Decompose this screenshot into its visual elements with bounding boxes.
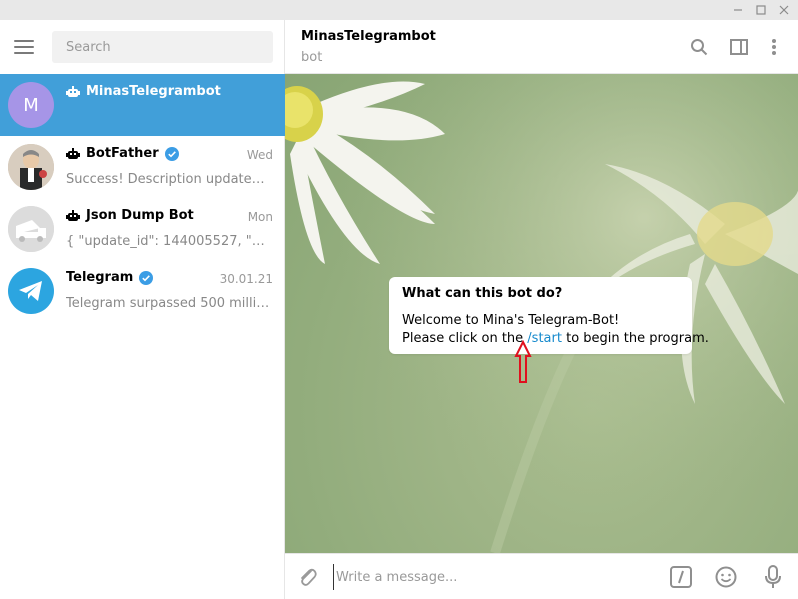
toggle-sidebar-button[interactable] (727, 35, 751, 59)
more-options-button[interactable] (762, 35, 786, 59)
minimize-button[interactable] (726, 0, 750, 20)
chat-subtitle: bot (301, 50, 323, 65)
bot-icon (66, 85, 80, 97)
microphone-icon (765, 565, 781, 588)
bot-info-line2: Please click on the /start to begin the … (402, 331, 709, 346)
chat-item-botfather[interactable]: BotFather Wed Success! Description updat… (0, 136, 285, 198)
emoji-button[interactable] (714, 565, 738, 589)
bot-icon (66, 147, 80, 159)
message-composer (285, 553, 798, 599)
sidebar-panel-icon (730, 39, 748, 55)
red-arrow-annotation-icon (514, 340, 532, 383)
chat-item-json-dump-bot[interactable]: Json Dump Bot Mon { "update_id": 1440055… (0, 198, 285, 260)
bot-icon (66, 209, 80, 221)
window-titlebar (0, 0, 798, 20)
chat-preview: Telegram surpassed 500 million a... (66, 296, 272, 311)
search-input[interactable] (52, 31, 273, 63)
chat-header: MinasTelegrambot bot (285, 20, 798, 74)
chat-item-telegram[interactable]: Telegram 30.01.21 Telegram surpassed 500… (0, 260, 285, 322)
chat-background: What can this bot do? Welcome to Mina's … (285, 74, 798, 553)
voice-message-button[interactable] (761, 565, 785, 589)
verified-badge-icon (164, 146, 179, 161)
truck-avatar-icon (8, 206, 54, 252)
paperclip-icon (301, 568, 317, 586)
chat-name: MinasTelegrambot (66, 84, 221, 99)
maximize-icon (756, 5, 766, 15)
maximize-button[interactable] (749, 0, 773, 20)
message-input[interactable] (333, 564, 653, 590)
chat-preview: Success! Description updated. /h... (66, 172, 272, 187)
slash-command-icon (670, 566, 692, 588)
chat-list: M MinasTelegrambot BotFather Wed Success… (0, 74, 285, 322)
chat-date: Mon (247, 210, 273, 224)
bot-info-line1: Welcome to Mina's Telegram-Bot! (402, 313, 620, 328)
bot-commands-button[interactable] (669, 565, 693, 589)
hamburger-menu-button[interactable] (14, 40, 36, 56)
close-button[interactable] (772, 0, 796, 20)
chat-name: Telegram (66, 270, 154, 285)
chat-item-minastelegrambot[interactable]: M MinasTelegrambot (0, 74, 285, 136)
more-vertical-icon (772, 39, 776, 55)
avatar-letter: M (23, 94, 39, 116)
smile-icon (715, 566, 737, 588)
botfather-avatar-icon (8, 144, 54, 190)
sidebar: M MinasTelegrambot (0, 20, 285, 599)
chat-name: BotFather (66, 146, 179, 161)
start-command-link[interactable]: /start (527, 331, 562, 346)
avatar: M (8, 82, 54, 128)
chat-date: 30.01.21 (219, 272, 273, 286)
search-button[interactable] (687, 35, 711, 59)
chat-preview: { "update_id": 144005527, "mes... (66, 234, 272, 249)
attach-button[interactable] (295, 565, 319, 593)
chat-date: Wed (246, 148, 273, 162)
bot-info-heading: What can this bot do? (402, 286, 563, 301)
telegram-logo-icon (8, 268, 54, 314)
bot-info-card: What can this bot do? Welcome to Mina's … (389, 277, 709, 354)
search-icon (691, 39, 708, 56)
chat-title[interactable]: MinasTelegrambot (301, 29, 436, 44)
verified-badge-icon (139, 270, 154, 285)
minimize-icon (734, 9, 742, 11)
chat-name: Json Dump Bot (66, 208, 194, 223)
close-icon (779, 5, 789, 15)
